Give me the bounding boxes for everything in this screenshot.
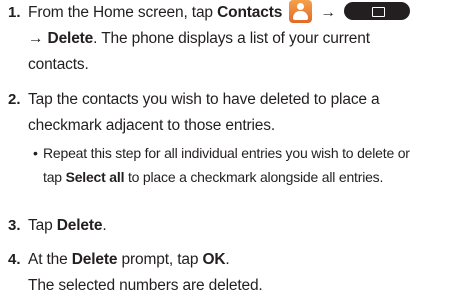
ok-label: OK (202, 251, 226, 268)
step-number: 1. (8, 4, 21, 21)
step-1-line-1: From the Home screen, tap Contacts → (28, 0, 411, 26)
delete-label: Delete (47, 30, 94, 47)
arrow-icon: → (320, 4, 337, 21)
step-2-sub-line-1: • Repeat this step for all individual ent… (33, 142, 410, 164)
step-4-line-1: At the Delete prompt, tap OK. (28, 247, 230, 273)
step-3-line-1: Tap Delete. (28, 213, 107, 239)
step-number: 4. (8, 251, 21, 268)
select-all-label: Select all (65, 169, 125, 185)
arrow-icon: → (28, 30, 44, 47)
step-1-line-2: → Delete. The phone displays a list of y… (28, 26, 370, 52)
step-text: Tap (28, 217, 57, 234)
step-text: At the (28, 251, 72, 268)
menu-key-icon (344, 2, 411, 20)
delete-label: Delete (56, 217, 103, 234)
step-number: 3. (8, 217, 21, 234)
step-2-line-2: checkmark adjacent to those entries. (28, 117, 276, 134)
delete-label: Delete (71, 251, 118, 268)
contacts-label: Contacts (217, 4, 283, 21)
step-number: 2. (8, 91, 21, 108)
sub-text: tap (43, 169, 66, 185)
bullet: • (33, 145, 38, 161)
step-text: . (225, 251, 230, 268)
step-1-line-3: contacts. (28, 56, 89, 73)
step-text: . The phone displays a list of your curr… (93, 30, 370, 47)
sub-text: Repeat this step for all individual entr… (43, 145, 410, 161)
step-2-line-1: Tap the contacts you wish to have delete… (28, 91, 380, 108)
sub-text: to place a checkmark alongside all entri… (124, 169, 384, 185)
contacts-icon (289, 0, 313, 23)
step-4-line-2: The selected numbers are deleted. (28, 277, 263, 294)
step-text: From the Home screen, tap (28, 4, 218, 21)
step-text: . (102, 217, 107, 234)
step-2-sub-line-2: tap Select all to place a checkmark alon… (43, 166, 383, 188)
step-text: prompt, tap (117, 251, 203, 268)
